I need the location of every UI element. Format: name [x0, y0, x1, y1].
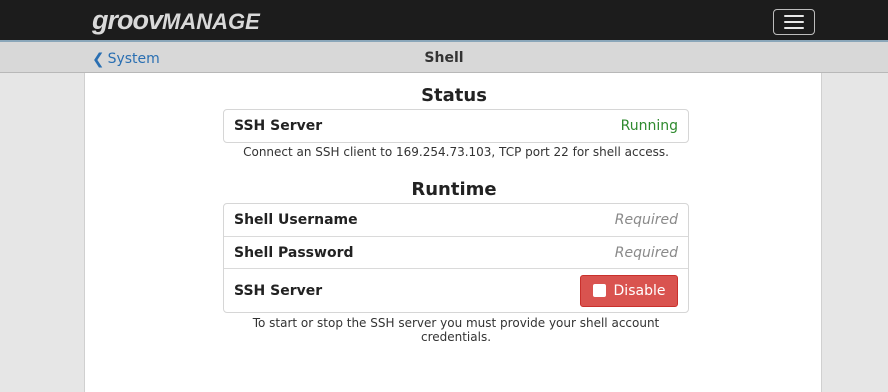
password-label: Shell Password: [234, 244, 354, 261]
logo-groov: groov: [92, 5, 163, 35]
chevron-left-icon: ❮: [92, 50, 105, 68]
logo-manage: MANAGE: [162, 9, 260, 34]
menu-line: [784, 15, 804, 17]
navigation-bar: Shell ❮ System: [0, 40, 888, 73]
top-bar: groovMANAGE: [0, 0, 888, 40]
back-link[interactable]: ❮ System: [92, 50, 160, 68]
hamburger-menu-button[interactable]: [773, 9, 815, 35]
password-row[interactable]: Shell Password Required: [224, 236, 688, 268]
runtime-note-line1: To start or stop the SSH server you must…: [252, 316, 660, 330]
status-note: Connect an SSH client to 169.254.73.103,…: [243, 145, 669, 159]
disable-button[interactable]: Disable: [580, 274, 678, 307]
ssh-status-row: SSH Server Running: [224, 110, 688, 142]
password-field[interactable]: Required: [615, 245, 678, 261]
status-heading: Status: [421, 85, 487, 106]
main-content: Status SSH Server Running Connect an SSH…: [84, 73, 822, 392]
username-label: Shell Username: [234, 212, 358, 228]
ssh-status-value: Running: [620, 118, 678, 134]
disable-label: Disable: [613, 282, 666, 299]
runtime-note: To start or stop the SSH server you must…: [223, 316, 689, 344]
back-label: System: [107, 51, 160, 67]
status-panel: SSH Server Running: [223, 109, 689, 143]
runtime-panel: Shell Username Required Shell Password R…: [223, 203, 689, 313]
runtime-note-line2: credentials.: [420, 330, 492, 344]
runtime-heading: Runtime: [411, 179, 497, 200]
username-row[interactable]: Shell Username Required: [224, 204, 688, 236]
username-field[interactable]: Required: [615, 212, 678, 228]
ssh-server-row: SSH Server Disable: [224, 268, 688, 312]
checkbox-icon: [592, 284, 606, 297]
ssh-status-label: SSH Server: [234, 118, 323, 134]
groov-manage-logo: groovMANAGE: [92, 5, 260, 36]
ssh-server-label: SSH Server: [234, 282, 323, 299]
menu-line: [784, 27, 804, 29]
menu-line: [784, 21, 804, 23]
